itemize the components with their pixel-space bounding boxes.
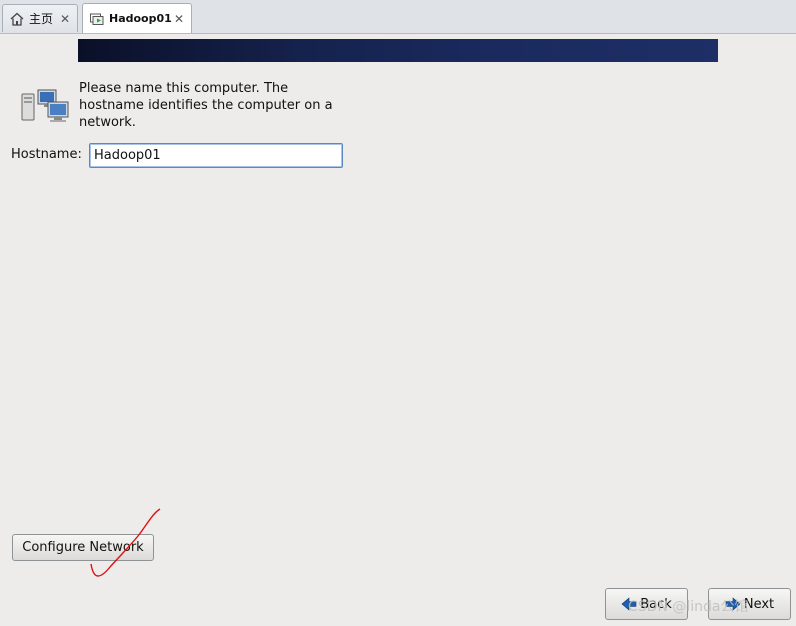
- hostname-description: Please name this computer. The hostname …: [79, 81, 333, 130]
- hostname-input[interactable]: [89, 143, 343, 168]
- header-banner: [78, 39, 718, 62]
- next-label: Next: [743, 596, 775, 612]
- configure-network-button[interactable]: Configure Network: [12, 534, 154, 561]
- tab-home[interactable]: 主页 ✕: [2, 4, 78, 32]
- arrow-left-icon: [621, 596, 637, 612]
- tab-hadoop01-label: Hadoop01: [109, 12, 172, 25]
- network-computers-icon: [20, 88, 70, 126]
- tab-home-label: 主页: [29, 12, 54, 26]
- close-icon[interactable]: ✕: [173, 12, 185, 26]
- hostname-label: Hostname:: [11, 147, 82, 162]
- back-button[interactable]: Back: [605, 588, 688, 620]
- tab-strip: 主页 ✕ Hadoop01 ✕: [0, 0, 796, 34]
- back-label: Back: [640, 596, 672, 612]
- vm-icon: [89, 11, 105, 27]
- home-icon: [9, 11, 25, 27]
- tab-hadoop01[interactable]: Hadoop01 ✕: [82, 3, 192, 33]
- close-icon[interactable]: ✕: [59, 12, 71, 26]
- next-button[interactable]: Next: [708, 588, 791, 620]
- arrow-right-icon: [725, 596, 741, 612]
